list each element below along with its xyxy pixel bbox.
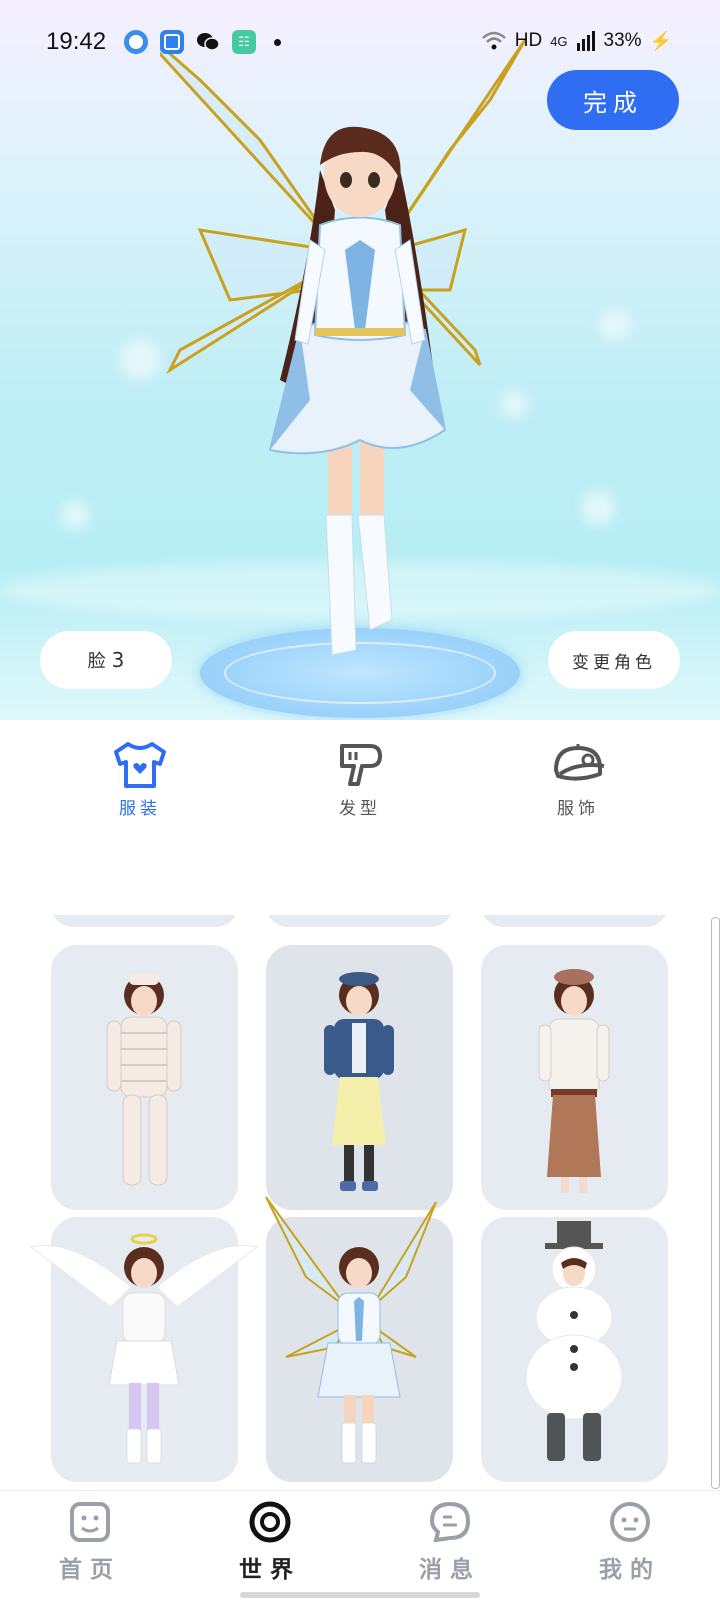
outfit-grid-scrollbar[interactable] [711,917,720,1489]
tab-hairstyle[interactable]: 发型 [300,740,420,819]
tab-accessories-label: 服饰 [557,799,599,819]
face-circle-icon [610,1502,650,1542]
fairy-character-model [160,39,527,656]
outfit-card-denim[interactable] [266,945,453,1210]
face-label: 脸 [87,651,106,672]
done-button[interactable]: 完成 [547,70,679,130]
tab-accessories[interactable]: 服饰 [518,740,638,819]
app-icon-green: ☷ [232,30,256,54]
face-number: 3 [111,648,125,672]
fairy-outfit-image [265,1196,437,1464]
home-indicator[interactable] [240,1592,480,1598]
tab-clothing-label: 服装 [119,799,161,819]
nav-home-label: 首页 [59,1557,121,1583]
outfit-card-angel[interactable] [29,1217,259,1482]
outfit-card-snowman[interactable] [481,1217,668,1482]
tab-hairstyle-label: 发型 [339,799,381,819]
target-ring-icon [249,1501,291,1543]
signal-4g-label: 4G [550,33,568,49]
beret-outfit-image [538,969,610,1193]
snowman-outfit-image [525,1221,623,1461]
cap-icon [554,744,605,781]
nav-home[interactable]: 首页 [35,1500,145,1584]
outfit-card-fairy[interactable] [265,1196,453,1482]
notification-dot [274,38,281,46]
shirt-icon [114,742,166,788]
nav-world-label: 世界 [239,1557,301,1583]
app-icon-blue-square [160,30,184,54]
outfit-card-partial[interactable] [51,915,238,927]
angel-outfit-image [29,1233,259,1464]
charging-icon: ⚡ [649,30,672,51]
outfit-grid [0,915,720,1490]
nav-world[interactable]: 世界 [215,1500,325,1584]
nav-messages-label: 消息 [419,1557,481,1583]
change-character-button[interactable]: 变更角色 [548,631,680,689]
wifi-icon [481,31,506,50]
outfit-card-beret[interactable] [481,945,668,1210]
nav-mine-label: 我的 [599,1557,661,1583]
hair-dryer-icon [340,744,382,786]
face-selector-button[interactable]: 脸 3 [40,631,172,689]
outfit-card-partial[interactable] [481,915,668,927]
outfit-card-partial[interactable] [266,915,453,927]
smile-square-icon [70,1502,110,1542]
mummy-outfit-image [106,973,182,1186]
chat-bubble-icon [429,1501,471,1543]
battery-percent: 33% [603,30,642,51]
signal-bars-icon [576,31,595,51]
denim-outfit-image [324,972,394,1191]
wechat-icon [196,30,220,54]
nav-mine[interactable]: 我的 [575,1500,685,1584]
character-preview-scene[interactable]: 19:42 ☷ HD 4G 33% ⚡ 完成 脸 3 变更角色 [0,0,720,720]
tab-clothing[interactable]: 服装 [80,740,200,819]
nav-messages[interactable]: 消息 [395,1500,505,1584]
app-icon-blue-ring [124,30,148,54]
status-time: 19:42 [46,28,107,55]
outfit-card-mummy[interactable] [51,945,238,1210]
network-hd-label: HD [514,30,543,51]
